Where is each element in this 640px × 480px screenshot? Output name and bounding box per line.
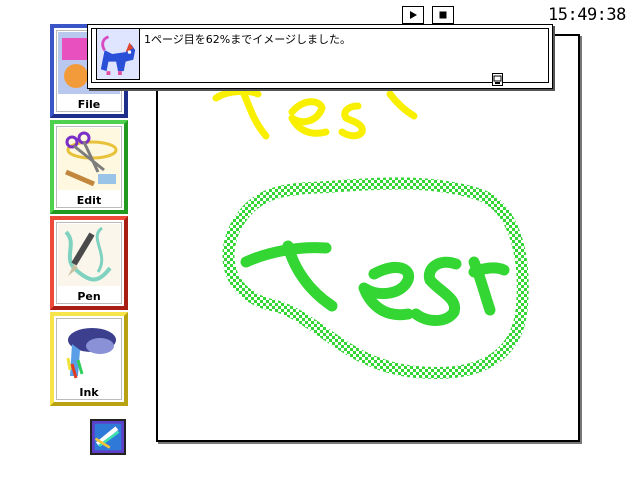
stop-button[interactable]	[432, 6, 454, 24]
scissors-icon	[58, 128, 120, 190]
tool-ink[interactable]: Ink	[50, 312, 128, 406]
clock: 15:49:38	[548, 5, 626, 25]
progress-dialog: 1ページ目を62%までイメージしました。	[87, 24, 553, 89]
progress-message: 1ページ目を62%までイメージしました。	[144, 33, 352, 46]
stop-icon	[439, 11, 447, 19]
tool-file-label: File	[77, 98, 101, 111]
tool-pen[interactable]: Pen	[50, 216, 128, 310]
fountain-pen-icon	[58, 224, 120, 286]
play-button[interactable]	[402, 6, 424, 24]
cat-icon	[96, 28, 140, 80]
tool-ink-label: Ink	[79, 386, 99, 399]
tool-edit-label: Edit	[76, 194, 102, 207]
handwriting-layer	[212, 87, 529, 379]
play-icon	[410, 11, 417, 19]
ink-blot-icon	[58, 320, 120, 382]
tool-edit[interactable]: Edit	[50, 120, 128, 214]
resize-grip-icon[interactable]	[492, 73, 503, 86]
yellow-handwriting	[212, 87, 418, 140]
tool-pen-label: Pen	[77, 290, 101, 303]
drawing-canvas[interactable]	[156, 34, 580, 442]
pen-tool-icon[interactable]	[90, 419, 126, 455]
